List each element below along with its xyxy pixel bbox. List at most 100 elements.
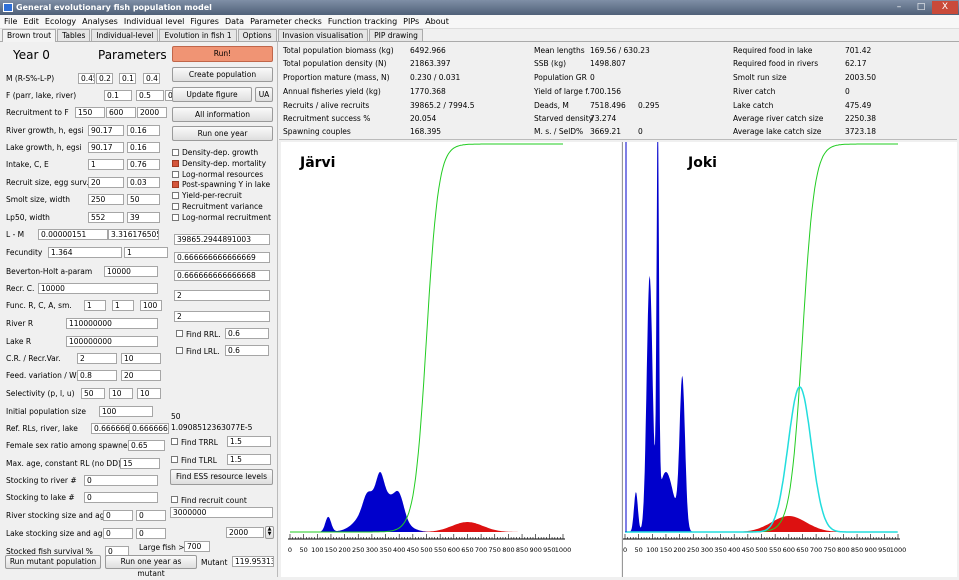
menu-item-ecology[interactable]: Ecology: [45, 17, 76, 26]
run-button[interactable]: Run!: [172, 46, 273, 62]
param-input-6-1[interactable]: 0.03: [127, 177, 160, 188]
run-one-year-button[interactable]: Run one year: [172, 126, 273, 141]
find-trrl-checkbox[interactable]: [171, 438, 178, 445]
param-input-9-1[interactable]: 3.316176505: [108, 229, 159, 240]
param-input-7-1[interactable]: 50: [127, 194, 160, 205]
output-field-3[interactable]: 2: [174, 290, 270, 301]
param-input-5-1[interactable]: 0.76: [127, 159, 160, 170]
param-input-1-0[interactable]: 0.1: [104, 90, 132, 101]
run-one-year-as-mutant-button[interactable]: Run one year as mutant: [105, 555, 197, 578]
param-input-25-0[interactable]: 0: [103, 510, 133, 521]
checkbox-2[interactable]: [172, 170, 179, 178]
menu-item-individual-level[interactable]: Individual level: [124, 17, 185, 26]
rrl-input[interactable]: 0.6: [225, 328, 269, 339]
output-field-1[interactable]: 0.666666666666669: [174, 252, 270, 263]
param-input-17-1[interactable]: 20: [121, 370, 161, 381]
param-input-0-2[interactable]: 0.1: [119, 73, 136, 84]
find-rrl-checkbox[interactable]: [176, 330, 183, 337]
param-input-25-1[interactable]: 0: [136, 510, 166, 521]
param-input-22-0[interactable]: 15: [120, 458, 160, 469]
output-field-4[interactable]: 2: [174, 311, 270, 322]
param-input-13-2[interactable]: 100: [140, 300, 162, 311]
param-input-13-0[interactable]: 1: [84, 300, 106, 311]
param-input-19-0[interactable]: 100: [99, 406, 153, 417]
menu-item-data[interactable]: Data: [225, 17, 244, 26]
param-input-26-0[interactable]: 0: [103, 528, 133, 539]
large-fish-input[interactable]: 700: [184, 541, 210, 552]
menu-item-analyses[interactable]: Analyses: [82, 17, 118, 26]
tab-invasion-visualisation[interactable]: Invasion visualisation: [277, 29, 369, 41]
create-population-button[interactable]: Create population: [172, 67, 273, 82]
param-input-16-0[interactable]: 2: [77, 353, 117, 364]
param-input-0-0[interactable]: 0.45: [78, 73, 95, 84]
output-field-2[interactable]: 0.666666666666668: [174, 270, 270, 281]
param-input-9-0[interactable]: 0.00000151: [38, 229, 108, 240]
recruit-count-input[interactable]: 3000000: [170, 507, 273, 518]
param-input-6-0[interactable]: 20: [88, 177, 124, 188]
menu-item-edit[interactable]: Edit: [23, 17, 39, 26]
run-mutant-population-button[interactable]: Run mutant population: [5, 555, 101, 569]
param-input-0-1[interactable]: 0.2: [96, 73, 113, 84]
tab-options[interactable]: Options: [237, 29, 277, 41]
find-recruit-count-checkbox[interactable]: [171, 496, 178, 503]
menu-item-about[interactable]: About: [425, 17, 449, 26]
ua-button[interactable]: UA: [255, 87, 273, 102]
checkbox-4[interactable]: [172, 192, 179, 200]
menu-item-parameter-checks[interactable]: Parameter checks: [250, 17, 322, 26]
param-input-8-1[interactable]: 39: [127, 212, 160, 223]
tab-pip-drawing[interactable]: PIP drawing: [369, 29, 423, 41]
param-input-3-1[interactable]: 0.16: [127, 125, 160, 136]
param-input-20-1[interactable]: 0.666666: [129, 423, 169, 434]
menu-item-function-tracking[interactable]: Function tracking: [328, 17, 397, 26]
find-tlrl-checkbox[interactable]: [171, 456, 178, 463]
param-input-4-0[interactable]: 90.17: [88, 142, 124, 153]
param-input-13-1[interactable]: 1: [112, 300, 134, 311]
mutant-input[interactable]: 119.953132: [232, 556, 274, 567]
param-input-3-0[interactable]: 90.17: [88, 125, 124, 136]
tlrl-input[interactable]: 1.5: [227, 454, 271, 465]
param-input-10-1[interactable]: 1: [124, 247, 168, 258]
output-field-0[interactable]: 39865.2944891003: [174, 234, 270, 245]
param-input-0-3[interactable]: 0.4: [143, 73, 160, 84]
tab-brown-trout[interactable]: Brown trout: [2, 29, 57, 42]
find-ess-resource-levels-button[interactable]: Find ESS resource levels: [170, 469, 273, 485]
maximize-button[interactable]: □: [910, 1, 932, 14]
close-button[interactable]: X: [932, 1, 958, 14]
checkbox-5[interactable]: [172, 203, 179, 210]
param-input-12-0[interactable]: 10000: [38, 283, 158, 294]
param-input-16-1[interactable]: 10: [121, 353, 161, 364]
menu-item-pips[interactable]: PIPs: [403, 17, 419, 26]
param-input-18-0[interactable]: 50: [81, 388, 105, 399]
param-input-4-1[interactable]: 0.16: [127, 142, 160, 153]
param-input-5-0[interactable]: 1: [88, 159, 124, 170]
param-input-20-0[interactable]: 0.666666: [91, 423, 131, 434]
param-input-7-0[interactable]: 250: [88, 194, 124, 205]
all-information-button[interactable]: All information: [172, 107, 273, 122]
param-input-14-0[interactable]: 110000000: [66, 318, 158, 329]
lrl-input[interactable]: 0.6: [225, 345, 269, 356]
update-figure-button[interactable]: Update figure: [172, 87, 252, 102]
trrl-input[interactable]: 1.5: [227, 436, 271, 447]
tab-individual-level[interactable]: Individual-level: [91, 29, 159, 41]
param-input-10-0[interactable]: 1.364: [48, 247, 122, 258]
spinner-arrows-icon[interactable]: ▲ ▼: [265, 526, 274, 539]
find-lrl-checkbox[interactable]: [176, 347, 183, 354]
param-input-2-2[interactable]: 2000: [137, 107, 167, 118]
year-spinner-input[interactable]: 2000: [226, 527, 264, 538]
param-input-11-0[interactable]: 10000: [104, 266, 158, 277]
checkbox-6[interactable]: [172, 213, 179, 221]
param-input-17-0[interactable]: 0.8: [77, 370, 117, 381]
tab-evolution-in-fish-1[interactable]: Evolution in fish 1: [159, 29, 237, 41]
param-input-26-1[interactable]: 0: [136, 528, 166, 539]
param-input-2-0[interactable]: 150: [75, 107, 105, 118]
param-input-18-1[interactable]: 10: [109, 388, 133, 399]
param-input-1-1[interactable]: 0.5: [136, 90, 164, 101]
menu-item-file[interactable]: File: [4, 17, 17, 26]
param-input-15-0[interactable]: 100000000: [66, 336, 158, 347]
checkbox-3[interactable]: [172, 181, 179, 189]
tab-tables[interactable]: Tables: [57, 29, 91, 41]
param-input-8-0[interactable]: 552: [88, 212, 124, 223]
menu-item-figures[interactable]: Figures: [190, 17, 219, 26]
param-input-18-2[interactable]: 10: [137, 388, 161, 399]
checkbox-1[interactable]: [172, 159, 179, 167]
